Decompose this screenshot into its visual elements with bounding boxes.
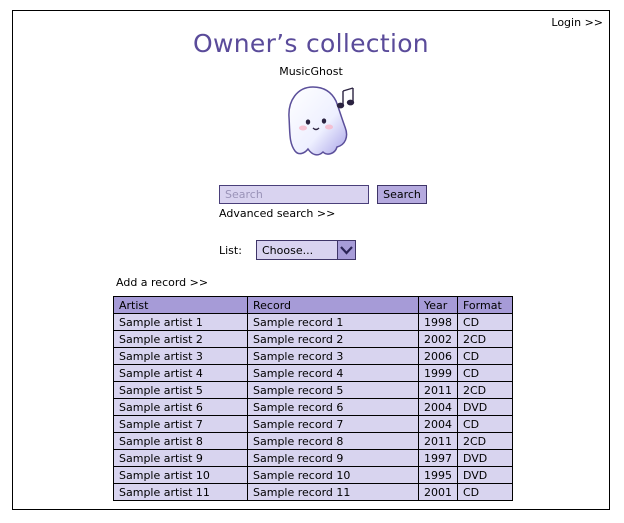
column-header-format[interactable]: Format bbox=[457, 296, 513, 314]
record-cell: Sample record 10 bbox=[247, 466, 419, 484]
year-cell: 1997 bbox=[418, 449, 458, 467]
list-selected-value: Choose... bbox=[262, 244, 314, 257]
record-cell: Sample record 3 bbox=[247, 347, 419, 365]
list-select[interactable]: Choose... bbox=[256, 240, 356, 260]
artist-cell: Sample artist 5 bbox=[113, 381, 248, 399]
advanced-search-link[interactable]: Advanced search >> bbox=[219, 207, 335, 220]
year-cell: 1995 bbox=[418, 466, 458, 484]
records-table: Artist Record Year Format Sample artist … bbox=[113, 296, 513, 501]
artist-cell: Sample artist 6 bbox=[113, 398, 248, 416]
artist-cell: Sample artist 3 bbox=[113, 347, 248, 365]
table-row[interactable]: Sample artist 10 Sample record 10 1995 D… bbox=[113, 466, 513, 484]
artist-cell: Sample artist 11 bbox=[113, 483, 248, 501]
record-cell: Sample record 4 bbox=[247, 364, 419, 382]
column-header-artist[interactable]: Artist bbox=[113, 296, 248, 314]
year-cell: 2011 bbox=[418, 381, 458, 399]
column-header-year[interactable]: Year bbox=[418, 296, 458, 314]
artist-cell: Sample artist 10 bbox=[113, 466, 248, 484]
page-frame: Login >> Owner’s collection MusicGhost S… bbox=[12, 10, 610, 510]
year-cell: 1999 bbox=[418, 364, 458, 382]
table-row[interactable]: Sample artist 4 Sample record 4 1999 CD bbox=[113, 364, 513, 382]
list-label: List: bbox=[219, 244, 242, 257]
format-cell: DVD bbox=[457, 398, 513, 416]
format-cell: CD bbox=[457, 415, 513, 433]
table-row[interactable]: Sample artist 1 Sample record 1 1998 CD bbox=[113, 313, 513, 331]
year-cell: 1998 bbox=[418, 313, 458, 331]
chevron-down-icon[interactable] bbox=[337, 241, 355, 259]
table-row[interactable]: Sample artist 2 Sample record 2 2002 2CD bbox=[113, 330, 513, 348]
record-cell: Sample record 5 bbox=[247, 381, 419, 399]
format-cell: 2CD bbox=[457, 330, 513, 348]
table-row[interactable]: Sample artist 8 Sample record 8 2011 2CD bbox=[113, 432, 513, 450]
format-cell: DVD bbox=[457, 466, 513, 484]
record-cell: Sample record 11 bbox=[247, 483, 419, 501]
record-cell: Sample record 6 bbox=[247, 398, 419, 416]
year-cell: 2001 bbox=[418, 483, 458, 501]
year-cell: 2002 bbox=[418, 330, 458, 348]
ghost-mascot-icon bbox=[288, 86, 355, 156]
format-cell: CD bbox=[457, 483, 513, 501]
artist-cell: Sample artist 4 bbox=[113, 364, 248, 382]
format-cell: DVD bbox=[457, 449, 513, 467]
page-subtitle: MusicGhost bbox=[279, 65, 343, 78]
artist-cell: Sample artist 2 bbox=[113, 330, 248, 348]
record-cell: Sample record 7 bbox=[247, 415, 419, 433]
table-row[interactable]: Sample artist 3 Sample record 3 2006 CD bbox=[113, 347, 513, 365]
login-link[interactable]: Login >> bbox=[551, 16, 603, 29]
page-title: Owner’s collection bbox=[193, 29, 429, 58]
year-cell: 2004 bbox=[418, 415, 458, 433]
format-cell: 2CD bbox=[457, 381, 513, 399]
record-cell: Sample record 2 bbox=[247, 330, 419, 348]
format-cell: CD bbox=[457, 364, 513, 382]
year-cell: 2004 bbox=[418, 398, 458, 416]
search-input[interactable] bbox=[219, 185, 369, 204]
format-cell: CD bbox=[457, 313, 513, 331]
record-cell: Sample record 8 bbox=[247, 432, 419, 450]
column-header-record[interactable]: Record bbox=[247, 296, 419, 314]
table-row[interactable]: Sample artist 11 Sample record 11 2001 C… bbox=[113, 483, 513, 501]
year-cell: 2006 bbox=[418, 347, 458, 365]
artist-cell: Sample artist 7 bbox=[113, 415, 248, 433]
year-cell: 2011 bbox=[418, 432, 458, 450]
table-row[interactable]: Sample artist 5 Sample record 5 2011 2CD bbox=[113, 381, 513, 399]
table-header-row: Artist Record Year Format bbox=[113, 296, 513, 314]
record-cell: Sample record 9 bbox=[247, 449, 419, 467]
add-record-link[interactable]: Add a record >> bbox=[116, 276, 208, 289]
artist-cell: Sample artist 9 bbox=[113, 449, 248, 467]
artist-cell: Sample artist 8 bbox=[113, 432, 248, 450]
format-cell: 2CD bbox=[457, 432, 513, 450]
table-row[interactable]: Sample artist 6 Sample record 6 2004 DVD bbox=[113, 398, 513, 416]
artist-cell: Sample artist 1 bbox=[113, 313, 248, 331]
format-cell: CD bbox=[457, 347, 513, 365]
table-row[interactable]: Sample artist 9 Sample record 9 1997 DVD bbox=[113, 449, 513, 467]
search-button[interactable]: Search bbox=[377, 185, 427, 204]
table-row[interactable]: Sample artist 7 Sample record 7 2004 CD bbox=[113, 415, 513, 433]
record-cell: Sample record 1 bbox=[247, 313, 419, 331]
